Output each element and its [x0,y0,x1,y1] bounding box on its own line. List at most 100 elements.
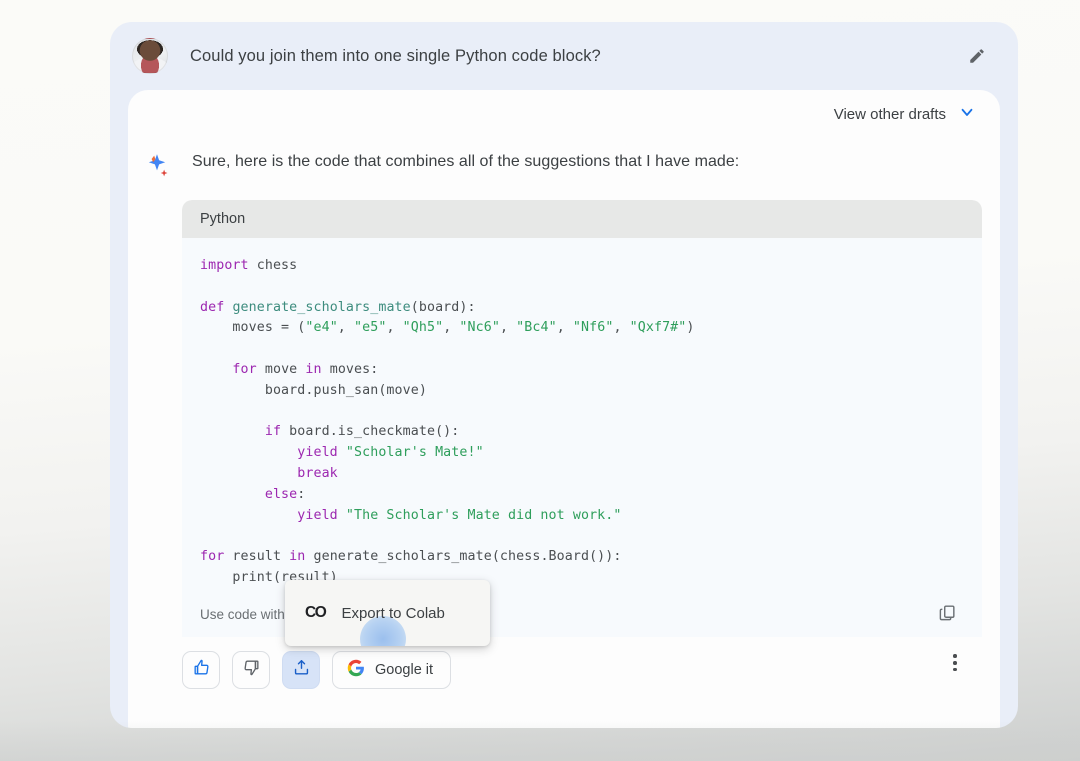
code-line: board.push_san(move) [200,381,964,402]
code-token: import [200,258,249,273]
bard-sparkle-icon [146,152,172,178]
code-token: ) [686,320,695,336]
view-other-drafts-button[interactable]: View other drafts [834,103,976,125]
code-block: Python import chess def generate_scholar… [182,200,982,637]
more-vertical-icon-dot [953,654,957,658]
copy-code-button[interactable] [934,602,960,628]
code-line: break [200,464,964,485]
code-token: def [200,299,225,315]
code-line: for move in moves: [200,360,964,381]
chevron-down-icon [958,103,976,125]
code-token: "Qh5" [402,320,444,336]
user-prompt-row: Could you join them into one single Pyth… [110,22,1018,90]
code-token: "Bc4" [516,320,557,336]
code-line: moves = ("e4", "e5", "Qh5", "Nc6", "Bc4"… [200,318,964,339]
share-button[interactable] [282,650,320,689]
code-token: , [443,320,460,336]
share-upload-icon [292,658,311,682]
code-token: generate_scholars_mate(chess.Board()): [305,549,622,565]
assistant-message-row: Sure, here is the code that combines all… [128,138,1000,178]
copy-icon [938,603,957,627]
thumbs-down-button[interactable] [232,650,270,689]
code-token: "Nf6" [572,320,614,336]
colab-icon: CO [305,604,327,621]
user-avatar [132,38,168,74]
response-card: View other drafts Sure, here is the code… [128,90,1000,728]
code-language-label: Python [200,211,246,227]
code-token: moves: [321,361,379,377]
code-line: else: [200,485,964,506]
code-token: result [224,549,290,565]
response-actions-row: Google it [128,637,1000,689]
more-options-button[interactable] [942,648,968,678]
code-block-content: import chess def generate_scholars_mate(… [182,238,982,593]
code-token: : [297,486,306,502]
pencil-icon [968,47,986,65]
code-token: , [337,320,355,336]
assistant-message-text: Sure, here is the code that combines all… [192,153,740,170]
code-token: board.is_checkmate(): [281,424,460,440]
code-token: move [256,361,306,377]
code-token: moves = ( [200,320,306,336]
code-token: board.push_san(move) [200,382,427,398]
code-token: chess [248,258,298,273]
use-code-caution-label: Use code with [200,607,285,623]
code-token: generate_scholars_mate [232,299,411,315]
code-token: (board): [410,299,476,315]
code-token: , [386,320,403,336]
code-token: "e5" [354,320,387,336]
code-line: for result in generate_scholars_mate(che… [200,547,964,568]
code-token: break [297,465,338,481]
code-token: yield [297,445,338,461]
edit-prompt-button[interactable] [964,43,990,69]
code-token: yield [297,507,338,523]
code-token: "Qxf7#" [629,320,687,336]
code-token: , [499,320,517,336]
code-token: , [613,320,630,336]
code-token: "Nc6" [459,320,500,336]
more-vertical-icon-dot [953,667,957,672]
google-it-button[interactable]: Google it [332,650,452,689]
user-prompt-text: Could you join them into one single Pyth… [190,46,601,65]
code-token: in [305,361,322,377]
google-it-label: Google it [375,661,434,678]
export-to-colab-menu-item[interactable]: CO Export to Colab [305,604,445,622]
code-line: def generate_scholars_mate(board): [200,298,964,319]
code-line: if board.is_checkmate(): [200,422,964,443]
google-g-icon [347,659,365,681]
code-token: if [264,424,282,440]
more-vertical-icon-dot [953,660,957,665]
code-block-header: Python [182,200,982,238]
thumbs-up-button[interactable] [182,650,220,689]
code-token: in [289,549,306,565]
code-token: "e4" [305,320,338,336]
code-line: yield "The Scholar's Mate did not work." [200,506,964,527]
code-line: yield "Scholar's Mate!" [200,443,964,464]
code-token: for [232,361,257,377]
conversation-card: Could you join them into one single Pyth… [110,22,1018,728]
drafts-row: View other drafts [128,90,1000,138]
view-other-drafts-label: View other drafts [833,105,946,123]
code-token: else [264,486,298,502]
code-token: for [200,549,225,565]
code-token: "Scholar's Mate!" [345,445,484,461]
export-to-colab-label: Export to Colab [341,604,445,622]
export-menu-popup: CO Export to Colab [285,580,490,646]
code-line: import chess [200,256,964,277]
code-token: , [556,320,573,336]
thumbs-up-icon [192,658,211,682]
thumbs-down-icon [242,658,261,682]
code-token: "The Scholar's Mate did not work." [345,507,622,523]
